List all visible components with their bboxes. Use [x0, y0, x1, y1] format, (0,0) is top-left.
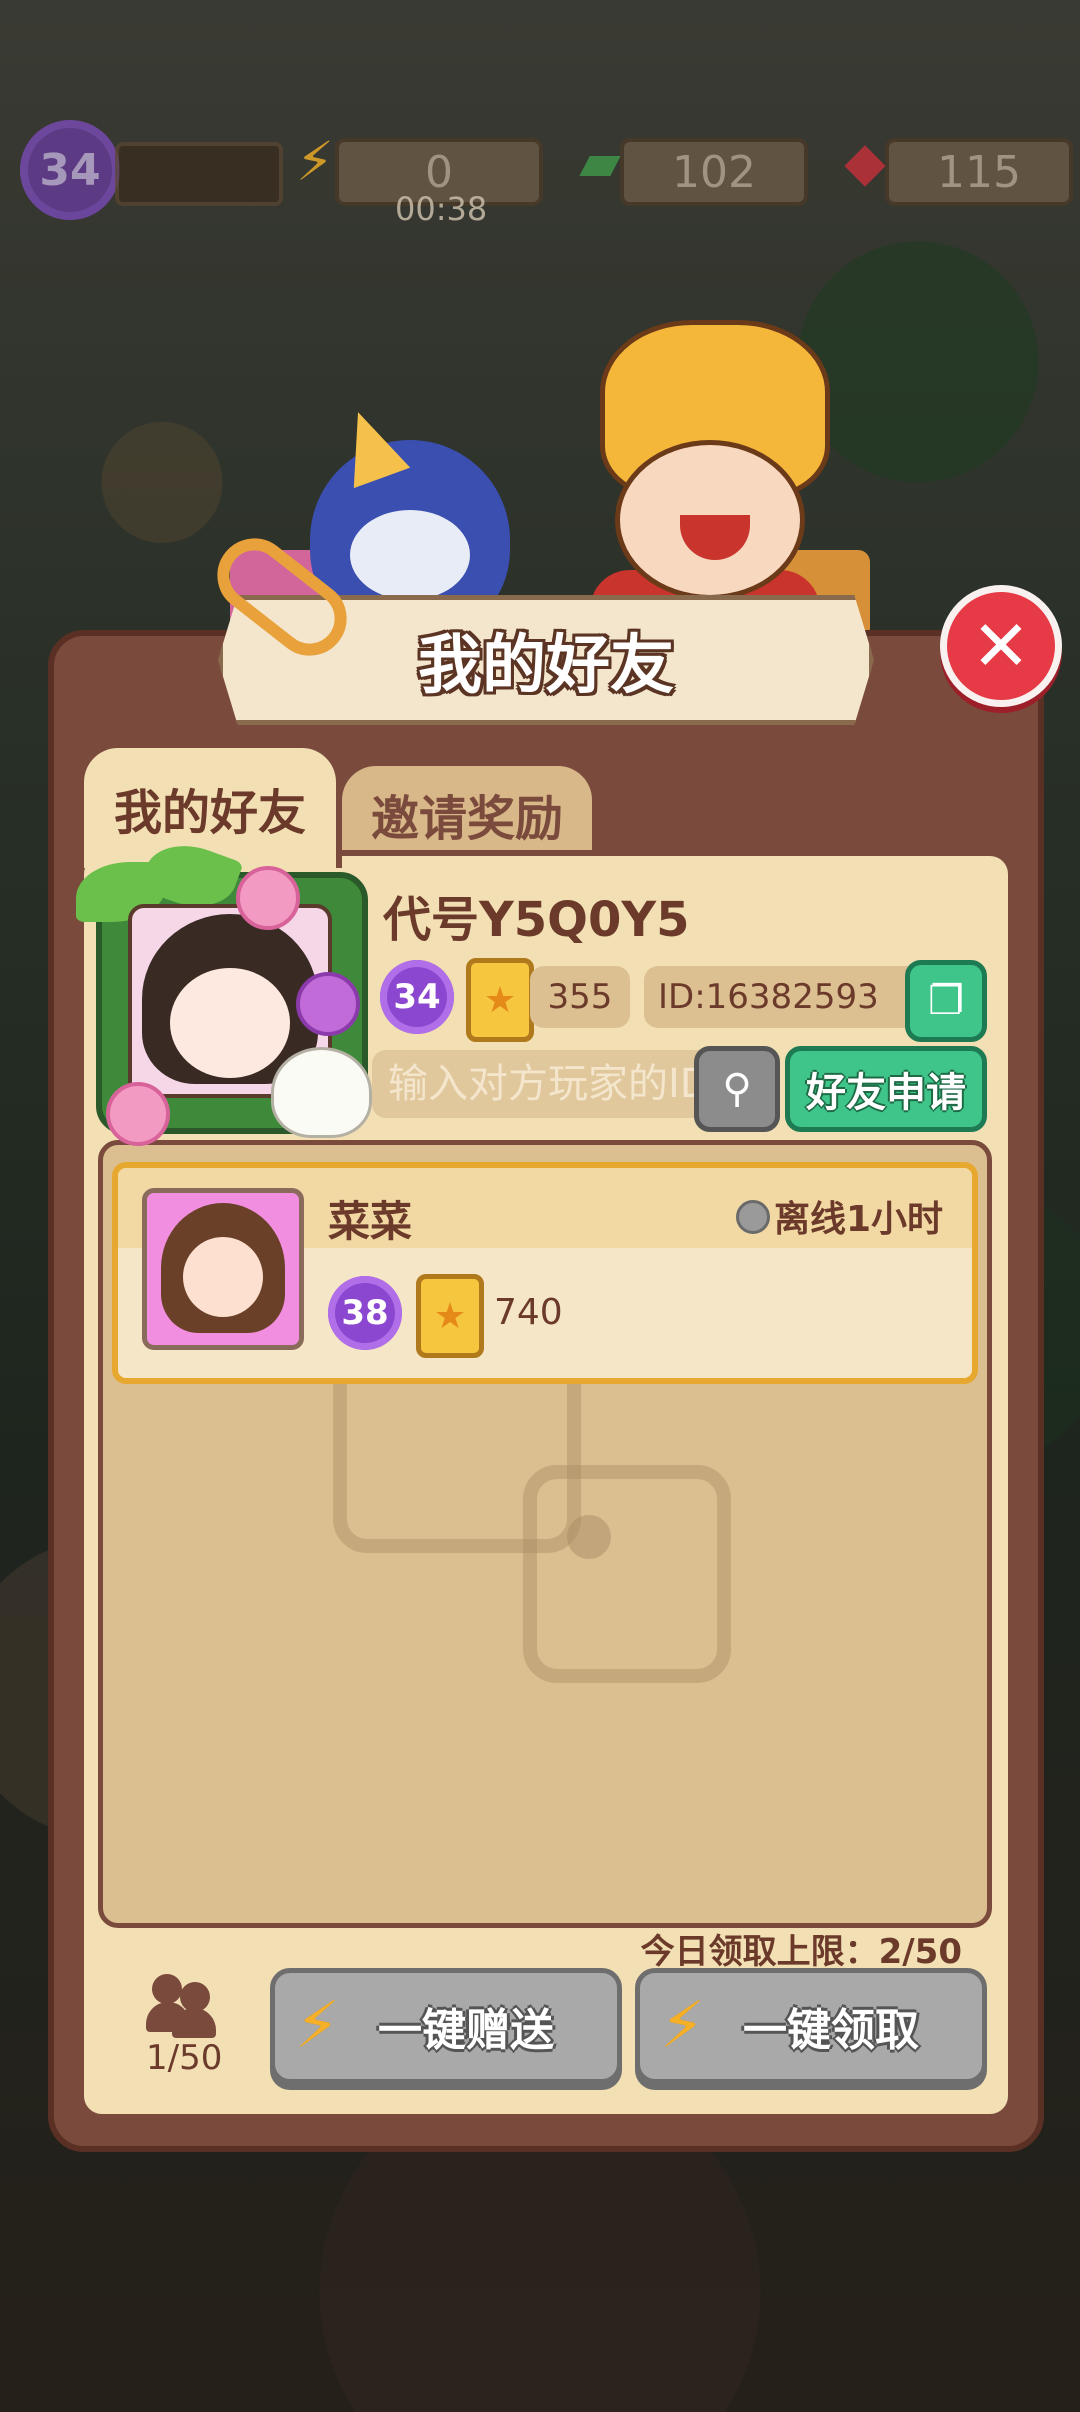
player-codename: 代号Y5Q0Y5: [383, 892, 690, 948]
daily-claim-limit: 今日领取上限：2/50: [640, 1932, 962, 1972]
player-level-badge-small: 34: [380, 960, 454, 1034]
close-icon: ✕: [971, 605, 1031, 687]
copy-icon: ❐: [928, 978, 964, 1024]
tab-invite-rewards[interactable]: 邀请奖励: [336, 760, 598, 862]
flower-decoration: [236, 866, 300, 930]
player-id: ID:16382593: [644, 966, 920, 1028]
flower-decoration: [296, 972, 360, 1036]
copy-id-button[interactable]: ❐: [905, 960, 987, 1042]
search-button[interactable]: ⚲: [694, 1046, 780, 1132]
cash-counter[interactable]: 102: [620, 138, 808, 206]
energy-bolt-icon: ⚡: [660, 1989, 705, 2063]
energy-bolt-icon: ⚡: [295, 1989, 340, 2063]
star-clipboard-icon: ★: [466, 958, 534, 1042]
flower-decoration: [106, 1082, 170, 1146]
friend-name: 菜菜: [328, 1197, 413, 1246]
panel-title: 我的好友: [418, 629, 674, 703]
resource-bar: 34 ⚡ 0 00:38 ▰ 102 ◆ 115: [20, 120, 1073, 228]
friend-row[interactable]: 菜菜 离线1小时 38 ★ 740: [112, 1162, 978, 1384]
offline-status-icon: [736, 1200, 770, 1234]
search-icon: ⚲: [722, 1066, 752, 1112]
friend-avatar: [142, 1188, 304, 1350]
close-button[interactable]: ✕: [940, 585, 1062, 707]
friends-icon: [146, 1970, 216, 2038]
claim-all-button[interactable]: ⚡ 一键领取: [635, 1968, 987, 2084]
friend-status: 离线1小时: [774, 1199, 944, 1240]
empty-face-decoration: [523, 1465, 731, 1683]
star-clipboard-icon: ★: [416, 1274, 484, 1358]
gem-counter[interactable]: 115: [885, 138, 1073, 206]
friend-stars: 740: [494, 1292, 563, 1333]
friend-level-badge: 38: [328, 1276, 402, 1350]
level-progress-bar: [115, 142, 283, 206]
tab-my-friends[interactable]: 我的好友: [78, 742, 342, 868]
player-avatar-frame[interactable]: [76, 832, 376, 1146]
friend-request-button[interactable]: 好友申请: [785, 1046, 987, 1132]
energy-timer: 00:38: [395, 190, 488, 228]
friend-count: 1/50: [146, 2038, 223, 2078]
send-all-button[interactable]: ⚡ 一键赠送: [270, 1968, 622, 2084]
friend-id-search-input[interactable]: [372, 1050, 734, 1118]
swan-decoration: [271, 1047, 372, 1138]
player-stars: 355: [530, 966, 630, 1028]
player-level-badge: 34: [20, 120, 120, 220]
